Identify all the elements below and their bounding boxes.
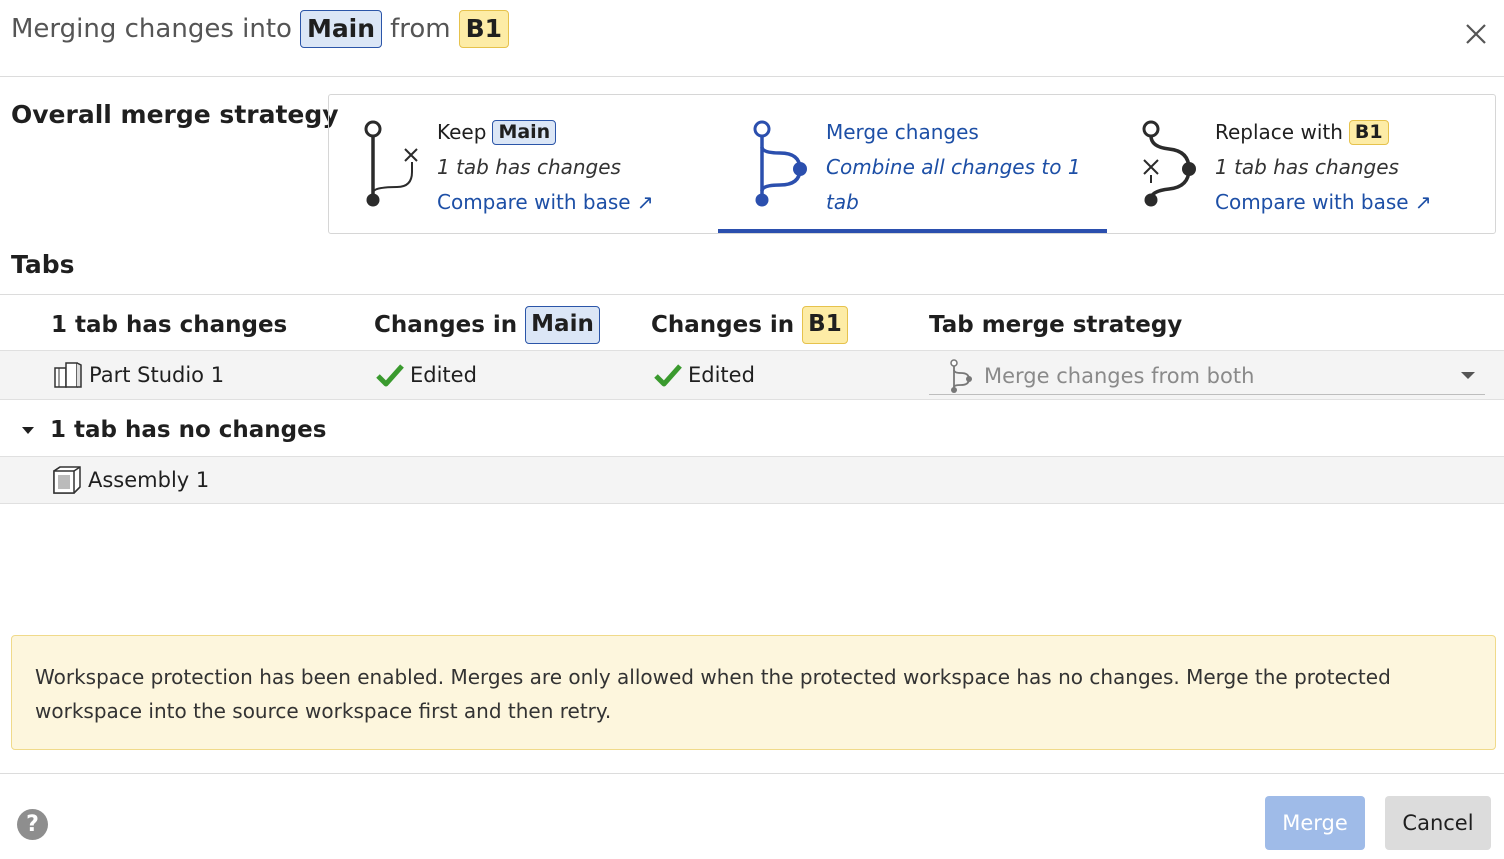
keep-sub: 1 tab has changes <box>437 155 621 179</box>
col-head-changes-main: Changes in Main <box>374 302 600 348</box>
merge-branch-icon <box>753 120 807 207</box>
replace-badge: B1 <box>1348 119 1389 146</box>
merge-sub-line2: tab <box>826 190 859 214</box>
table-row: Part Studio 1 Edited Edited Merge change… <box>0 350 1504 400</box>
b1-change-cell: Edited <box>654 351 755 399</box>
merge-sub-line1: Combine all changes to 1 <box>826 155 1081 179</box>
keep-label: Keep <box>437 120 487 144</box>
tabs-section-title: Tabs <box>11 250 75 279</box>
help-icon[interactable]: ? <box>17 809 48 840</box>
dialog-title: Merging changes into Main from B1 <box>11 10 510 48</box>
merge-label: Merge changes <box>826 120 979 144</box>
replace-label: Replace with <box>1215 120 1343 144</box>
title-mid: from <box>390 14 451 44</box>
strategy-option-replace[interactable]: Replace with B1 1 tab has changes Compar… <box>1107 95 1496 233</box>
workspace-protection-warning: Workspace protection has been enabled. M… <box>11 635 1496 750</box>
close-icon[interactable] <box>1462 20 1490 48</box>
expand-triangle-icon <box>22 426 34 434</box>
divider <box>0 294 1504 295</box>
no-changes-group-toggle[interactable]: 1 tab has no changes <box>16 408 326 452</box>
target-branch-badge: Main <box>299 10 383 48</box>
assembly-icon <box>53 466 81 494</box>
tab-name: Assembly 1 <box>88 468 210 492</box>
check-icon <box>376 364 404 387</box>
replace-compare-link[interactable]: Compare with base ↗ <box>1215 185 1432 220</box>
strategy-option-keep[interactable]: Keep Main 1 tab has changes Compare with… <box>329 95 718 233</box>
strategy-options: Keep Main 1 tab has changes Compare with… <box>328 94 1496 234</box>
chevron-down-icon <box>1461 372 1475 379</box>
col-head-strategy: Tab merge strategy <box>929 312 1183 338</box>
dialog-header: Merging changes into Main from B1 <box>0 0 1504 77</box>
col-head-changes-b1: Changes in B1 <box>651 302 848 348</box>
check-icon <box>654 364 682 387</box>
tab-name-cell: Part Studio 1 <box>53 351 224 399</box>
source-branch-badge: B1 <box>458 10 510 48</box>
col-head-changed: 1 tab has changes <box>51 312 288 338</box>
merge-button[interactable]: Merge <box>1265 796 1365 850</box>
merge-branch-icon <box>950 358 972 393</box>
keep-badge: Main <box>492 119 557 146</box>
replace-sub: 1 tab has changes <box>1215 155 1399 179</box>
keep-compare-link[interactable]: Compare with base ↗ <box>437 185 654 220</box>
tab-merge-strategy-select[interactable]: Merge changes from both <box>929 357 1485 395</box>
col-head-b1-badge: B1 <box>802 306 848 344</box>
part-studio-icon <box>54 362 82 388</box>
tab-name-cell: Assembly 1 <box>52 457 209 503</box>
col-head-changes-in-label: Changes in <box>651 312 795 338</box>
main-change-cell: Edited <box>376 351 477 399</box>
main-change-text: Edited <box>410 363 477 387</box>
table-row: Assembly 1 <box>0 456 1504 504</box>
col-head-changes-in-label: Changes in <box>374 312 518 338</box>
tab-name: Part Studio 1 <box>89 363 225 387</box>
col-head-main-badge: Main <box>525 306 600 344</box>
replace-branch-icon <box>1142 120 1196 207</box>
strategy-title: Overall merge strategy <box>11 100 339 129</box>
select-value: Merge changes from both <box>984 363 1255 388</box>
cancel-button[interactable]: Cancel <box>1385 796 1491 850</box>
strategy-option-merge[interactable]: Merge changes Combine all changes to 1 t… <box>718 95 1107 233</box>
divider <box>0 773 1504 774</box>
group-label: 1 tab has no changes <box>50 417 327 443</box>
title-prefix: Merging changes into <box>11 14 292 44</box>
b1-change-text: Edited <box>688 363 755 387</box>
keep-branch-icon <box>364 120 418 207</box>
